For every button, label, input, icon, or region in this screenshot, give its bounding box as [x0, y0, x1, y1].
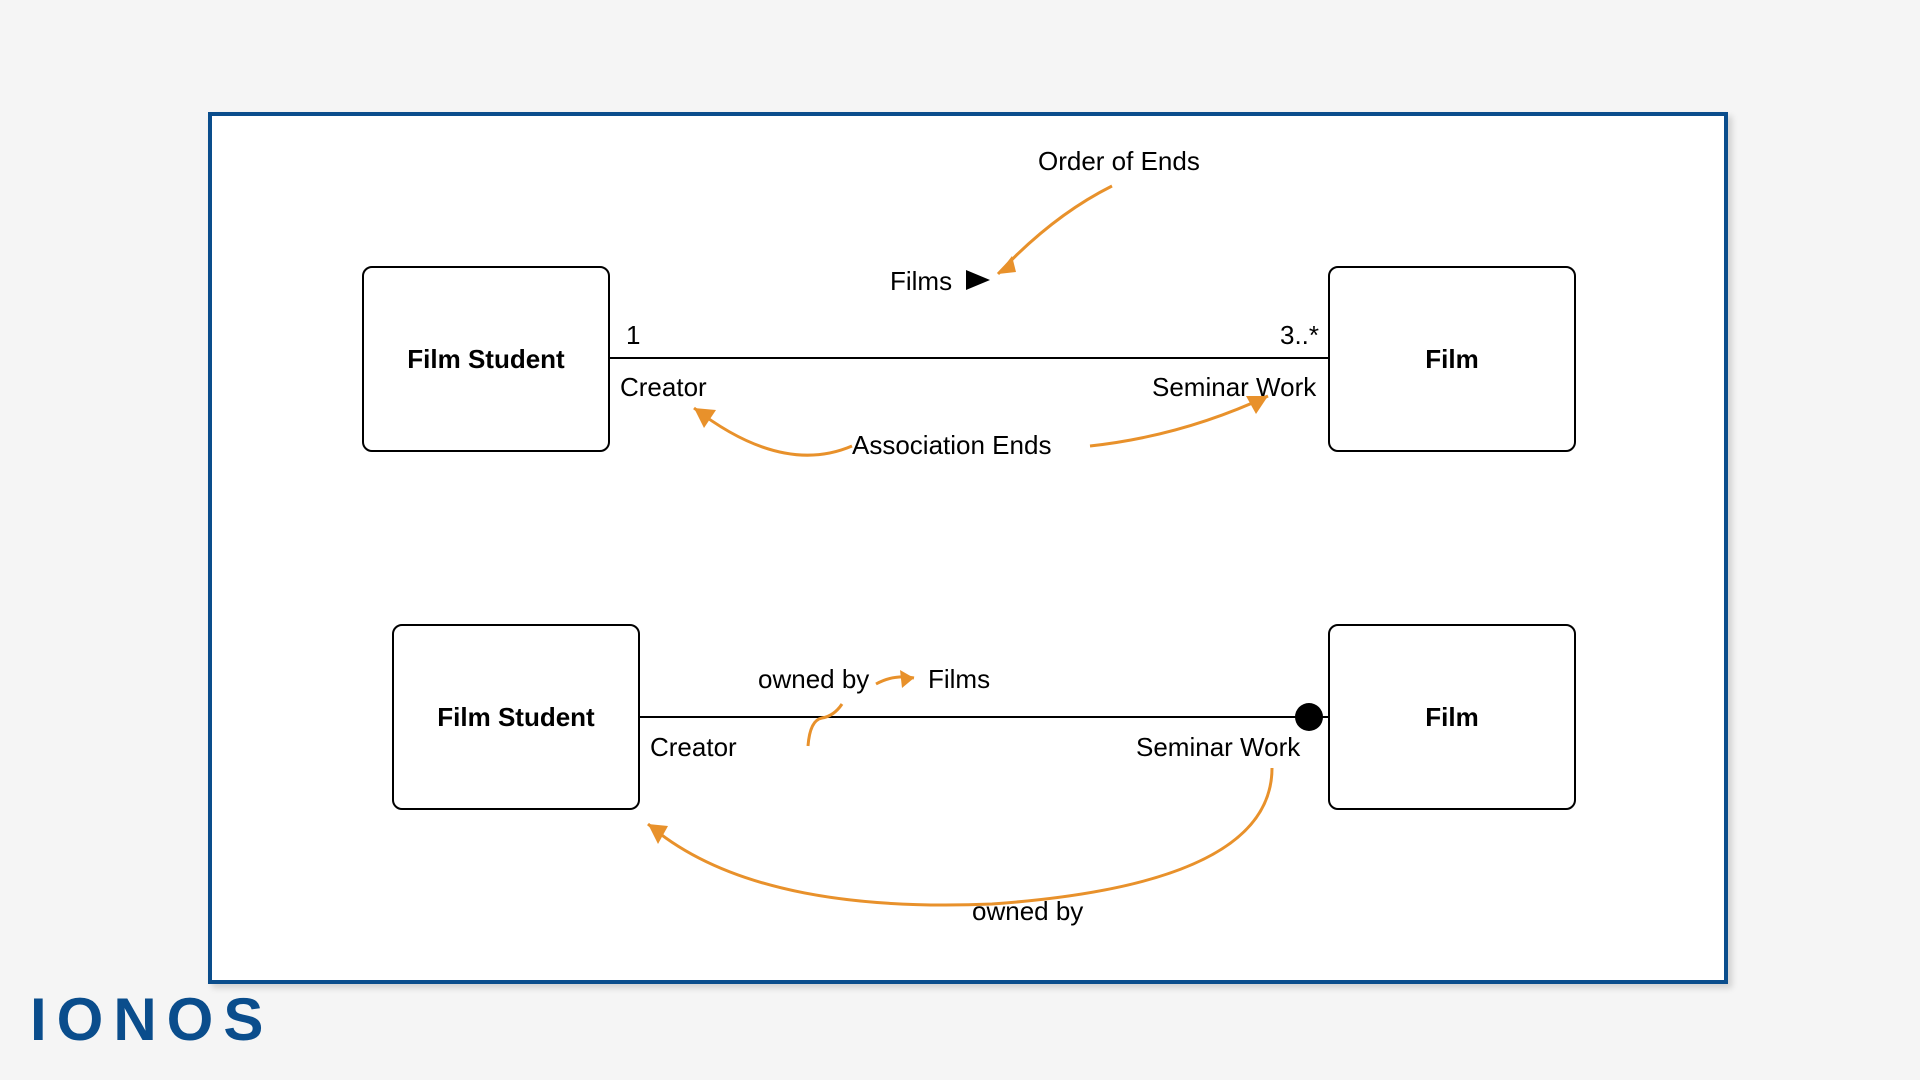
class-label: Film Student — [437, 702, 594, 733]
diagram-frame: Film Student Film Films 1 3..* Creator S… — [208, 112, 1728, 984]
annotation-association-ends: Association Ends — [852, 430, 1051, 461]
arrow-order-of-ends — [992, 176, 1152, 286]
class-film-student-1: Film Student — [362, 266, 610, 452]
role-left-1: Creator — [620, 372, 707, 403]
owned-by-label-bottom: owned by — [972, 896, 1083, 927]
annotation-order-of-ends: Order of Ends — [1038, 146, 1200, 177]
class-label: Film — [1425, 344, 1478, 375]
role-left-2: Creator — [650, 732, 737, 763]
arrow-creator-hook — [802, 696, 852, 756]
role-right-1: Seminar Work — [1152, 372, 1316, 403]
role-right-2: Seminar Work — [1136, 732, 1300, 763]
class-label: Film — [1425, 702, 1478, 733]
class-label: Film Student — [407, 344, 564, 375]
association-line-2 — [638, 716, 1328, 718]
arrow-owned-by-long — [632, 764, 1292, 934]
multiplicity-left-1: 1 — [626, 320, 640, 351]
ionos-logo: IONOS — [30, 985, 273, 1054]
direction-triangle-icon — [966, 268, 994, 292]
association-name-1: Films — [890, 266, 952, 297]
association-line-1 — [608, 357, 1328, 359]
arrow-association-end-left — [682, 396, 862, 486]
multiplicity-right-1: 3..* — [1280, 320, 1319, 351]
association-name-2: Films — [928, 664, 990, 695]
owned-by-label-top: owned by — [758, 664, 869, 695]
class-film-2: Film — [1328, 624, 1576, 810]
class-film-student-2: Film Student — [392, 624, 640, 810]
class-film-1: Film — [1328, 266, 1576, 452]
arrow-owned-by-to-films — [874, 668, 924, 694]
